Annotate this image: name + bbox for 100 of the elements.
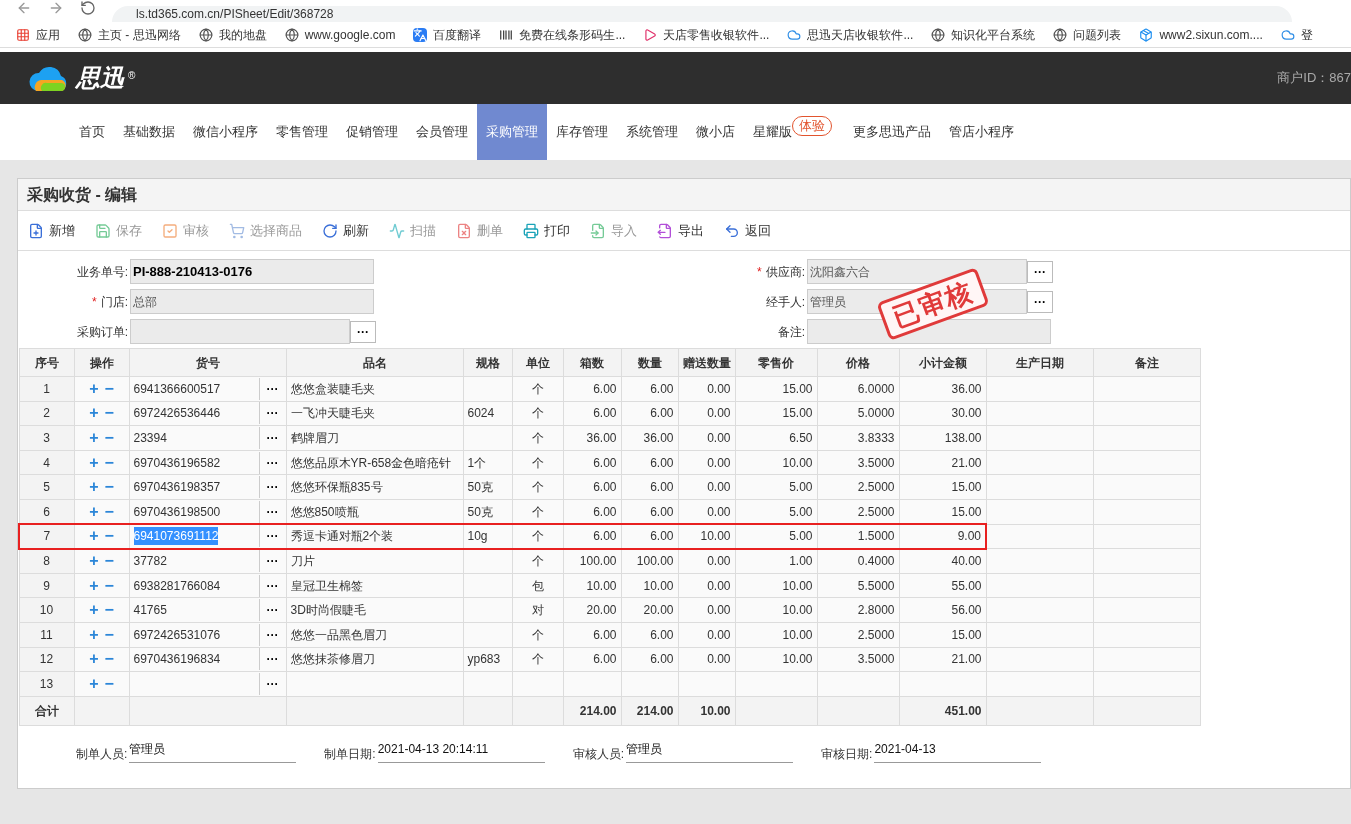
nav-tab[interactable]: 更多思迅产品: [844, 104, 940, 160]
toolbar-button[interactable]: 打印: [523, 220, 570, 241]
toolbar-button[interactable]: 返回: [724, 220, 771, 241]
toolbar-button[interactable]: 导出: [657, 220, 704, 241]
bookmark[interactable]: www.google.com: [284, 25, 396, 44]
remove-row-button[interactable]: −: [104, 675, 114, 692]
remove-row-button[interactable]: −: [104, 479, 114, 496]
text-field[interactable]: [130, 319, 350, 344]
lookup-button[interactable]: ···: [259, 527, 286, 546]
table-cell: 50克: [463, 474, 512, 500]
code-field[interactable]: 6972426536446: [129, 402, 260, 425]
table-cell: 6.50: [735, 425, 817, 451]
bookmark[interactable]: 思迅天店收银软件...: [787, 25, 914, 44]
table-cell: 个: [512, 548, 563, 574]
lookup-button[interactable]: ···: [259, 674, 286, 693]
bookmark[interactable]: www2.sixun.com....: [1139, 25, 1263, 44]
lookup-button[interactable]: ···: [259, 625, 286, 644]
row-number: 9: [19, 573, 74, 598]
field-label: 制单人员:: [76, 745, 128, 763]
forward-icon[interactable]: [48, 0, 64, 16]
code-field[interactable]: 6941366600517: [129, 377, 260, 400]
toolbar-button[interactable]: 刷新: [322, 220, 369, 241]
nav-tab[interactable]: 首页: [70, 104, 114, 160]
lookup-button[interactable]: ···: [259, 601, 286, 620]
nav-tab[interactable]: 管店小程序: [940, 104, 1023, 160]
code-field[interactable]: 23394: [129, 427, 260, 449]
lookup-button[interactable]: ···: [259, 404, 286, 423]
nav-tab[interactable]: 星耀版: [744, 104, 792, 160]
bookmark[interactable]: 问题列表: [1053, 25, 1122, 44]
remove-row-button[interactable]: −: [104, 454, 114, 471]
bookmark[interactable]: 主页 - 思迅网络: [78, 25, 181, 44]
bookmark[interactable]: 应用: [16, 25, 60, 44]
add-row-button[interactable]: +: [89, 626, 99, 643]
bookmark[interactable]: 登: [1280, 25, 1313, 44]
add-row-button[interactable]: +: [89, 405, 99, 422]
code-field[interactable]: 6972426531076: [129, 623, 260, 646]
lookup-button[interactable]: ···: [259, 576, 286, 595]
remove-row-button[interactable]: −: [104, 577, 114, 594]
lookup-button[interactable]: ···: [1027, 290, 1053, 313]
code-field[interactable]: 6970436196834: [129, 648, 260, 671]
back-icon[interactable]: [16, 0, 32, 16]
code-field[interactable]: 6970436196582: [129, 451, 260, 474]
add-row-button[interactable]: +: [89, 380, 99, 397]
text-field[interactable]: 总部: [130, 289, 374, 314]
remove-row-button[interactable]: −: [104, 602, 114, 619]
nav-tab[interactable]: 库存管理: [547, 104, 617, 160]
add-row-button[interactable]: +: [89, 651, 99, 668]
remove-row-button[interactable]: −: [104, 430, 114, 446]
lookup-button[interactable]: ···: [259, 552, 286, 571]
lookup-button[interactable]: ···: [259, 429, 286, 447]
code-field[interactable]: 6970436198357: [129, 476, 260, 499]
reload-icon[interactable]: [80, 0, 96, 16]
remove-row-button[interactable]: −: [104, 380, 114, 397]
remove-row-button[interactable]: −: [104, 651, 114, 668]
add-row-button[interactable]: +: [89, 602, 99, 619]
table-cell: 0.00: [678, 474, 735, 500]
table-cell: 5.5000: [817, 573, 899, 598]
nav-tab[interactable]: 微小店: [687, 104, 744, 160]
bookmark[interactable]: 百度翻译: [413, 25, 482, 44]
lookup-button[interactable]: ···: [259, 502, 286, 521]
table-cell: 5.00: [735, 524, 817, 549]
nav-tab[interactable]: 系统管理: [617, 104, 687, 160]
nav-tab[interactable]: 零售管理: [267, 104, 337, 160]
lookup-button[interactable]: ···: [259, 650, 286, 669]
bookmark[interactable]: 免费在线条形码生...: [499, 25, 626, 44]
add-row-button[interactable]: +: [89, 528, 99, 545]
nav-tab[interactable]: 微信小程序: [184, 104, 267, 160]
bookmark[interactable]: 我的地盘: [198, 25, 267, 44]
add-row-button[interactable]: +: [89, 503, 99, 520]
lookup-button[interactable]: ···: [259, 478, 286, 497]
add-row-button[interactable]: +: [89, 454, 99, 471]
nav-tab[interactable]: 促销管理: [337, 104, 407, 160]
lookup-button[interactable]: ···: [350, 320, 376, 343]
code-field[interactable]: 37782: [129, 550, 260, 573]
lookup-button[interactable]: ···: [259, 379, 286, 398]
remove-row-button[interactable]: −: [104, 553, 114, 570]
remove-row-button[interactable]: −: [104, 405, 114, 422]
globe-icon: [1053, 27, 1068, 42]
add-row-button[interactable]: +: [89, 577, 99, 594]
add-row-button[interactable]: +: [89, 675, 99, 692]
add-row-button[interactable]: +: [89, 553, 99, 570]
remove-row-button[interactable]: −: [104, 626, 114, 643]
bookmark[interactable]: 知识化平台系统: [931, 25, 1036, 44]
table-cell: [621, 671, 678, 697]
lookup-button[interactable]: ···: [1027, 260, 1053, 283]
nav-tab[interactable]: 会员管理: [407, 104, 477, 160]
table-cell: 15.00: [899, 474, 986, 500]
add-row-button[interactable]: +: [89, 479, 99, 496]
address-bar[interactable]: ls.td365.com.cn/PISheet/Edit/368728: [112, 6, 1292, 22]
remove-row-button[interactable]: −: [104, 503, 114, 520]
add-row-button[interactable]: +: [89, 430, 99, 446]
code-field[interactable]: 41765: [129, 599, 260, 622]
code-field[interactable]: 6970436198500: [129, 500, 260, 523]
bookmark[interactable]: 天店零售收银软件...: [643, 25, 770, 44]
toolbar-button[interactable]: 新增: [28, 220, 75, 241]
nav-tab[interactable]: 基础数据: [114, 104, 184, 160]
code-field[interactable]: 6938281766084: [129, 574, 260, 597]
text-field[interactable]: PI-888-210413-0176: [130, 259, 374, 284]
remove-row-button[interactable]: −: [104, 528, 114, 545]
lookup-button[interactable]: ···: [259, 453, 286, 472]
